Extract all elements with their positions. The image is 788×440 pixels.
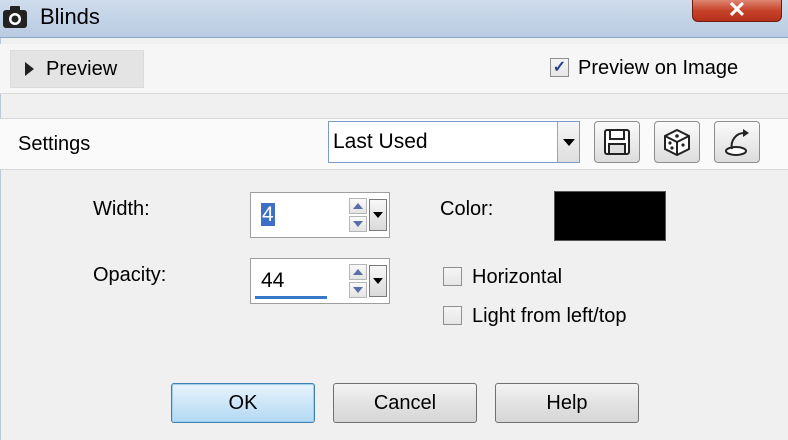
chevron-down-icon bbox=[373, 212, 383, 218]
randomize-dice-icon bbox=[664, 128, 690, 157]
focus-underline bbox=[255, 296, 327, 299]
chevron-down-icon bbox=[373, 278, 383, 284]
randomize-button[interactable] bbox=[654, 121, 700, 163]
opacity-increment-button[interactable] bbox=[349, 264, 367, 280]
color-swatch[interactable] bbox=[554, 191, 666, 241]
preview-on-image-label: Preview on Image bbox=[578, 57, 739, 79]
arrow-up-icon bbox=[353, 269, 363, 275]
ok-button[interactable]: OK bbox=[171, 383, 315, 423]
expand-triangle-icon bbox=[25, 62, 34, 76]
horizontal-label: Horizontal bbox=[472, 266, 563, 288]
save-preset-button[interactable] bbox=[594, 121, 640, 163]
light-from-left-top-checkbox[interactable] bbox=[443, 306, 462, 325]
reset-icon bbox=[725, 129, 749, 156]
close-button[interactable]: ✕ bbox=[692, 0, 782, 22]
preset-dropdown[interactable]: Last Used bbox=[328, 121, 580, 163]
help-button[interactable]: Help bbox=[495, 383, 639, 423]
width-increment-button[interactable] bbox=[349, 198, 367, 214]
preview-on-image-checkbox[interactable]: ✓ bbox=[550, 58, 569, 77]
opacity-spinbox[interactable]: 44 bbox=[250, 258, 390, 304]
width-value: 4 bbox=[261, 203, 275, 226]
color-label: Color: bbox=[440, 198, 494, 220]
dropdown-arrow-button[interactable] bbox=[557, 122, 579, 162]
arrow-down-icon bbox=[353, 287, 363, 293]
dialog-body bbox=[0, 38, 788, 440]
opacity-value: 44 bbox=[261, 269, 285, 292]
preview-toggle-label: Preview bbox=[46, 58, 118, 80]
width-label: Width: bbox=[93, 198, 150, 220]
reset-button[interactable] bbox=[714, 121, 760, 163]
opacity-label: Opacity: bbox=[93, 264, 167, 286]
horizontal-checkbox[interactable] bbox=[443, 267, 462, 286]
checkmark-icon: ✓ bbox=[552, 58, 567, 76]
title-bar bbox=[0, 0, 788, 38]
close-icon: ✕ bbox=[727, 0, 747, 22]
width-dropdown-button[interactable] bbox=[369, 199, 387, 231]
cancel-button[interactable]: Cancel bbox=[333, 383, 477, 423]
width-spinbox[interactable]: 4 bbox=[250, 192, 390, 238]
save-preset-icon bbox=[604, 129, 630, 155]
opacity-decrement-button[interactable] bbox=[349, 282, 367, 298]
arrow-down-icon bbox=[353, 221, 363, 227]
opacity-dropdown-button[interactable] bbox=[369, 265, 387, 297]
settings-label: Settings bbox=[18, 133, 91, 155]
arrow-up-icon bbox=[353, 203, 363, 209]
opacity-spin-buttons bbox=[349, 259, 369, 303]
preset-value: Last Used bbox=[333, 130, 428, 153]
opacity-input[interactable]: 44 bbox=[251, 259, 349, 303]
chevron-down-icon bbox=[562, 138, 575, 146]
width-input[interactable]: 4 bbox=[251, 193, 349, 237]
preview-toggle-button[interactable]: Preview bbox=[10, 50, 144, 88]
camera-icon bbox=[2, 4, 28, 30]
window-title: Blinds bbox=[40, 4, 100, 29]
light-from-left-top-label: Light from left/top bbox=[472, 305, 627, 327]
width-decrement-button[interactable] bbox=[349, 216, 367, 232]
width-spin-buttons bbox=[349, 193, 369, 237]
